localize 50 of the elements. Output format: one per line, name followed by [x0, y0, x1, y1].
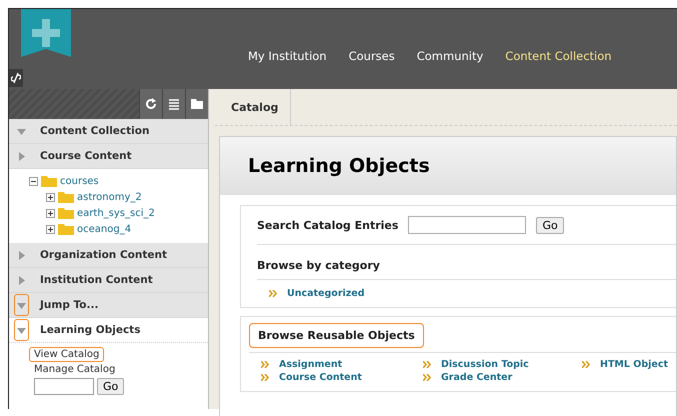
- sidebar-section[interactable]: Course Content: [9, 144, 208, 169]
- expand-icon[interactable]: [46, 208, 55, 218]
- search-field[interactable]: [408, 216, 526, 234]
- folder-link[interactable]: courses: [60, 176, 99, 186]
- expand-icon[interactable]: [46, 224, 55, 234]
- nav-tab[interactable]: My Institution: [237, 49, 338, 63]
- go-button[interactable]: Go: [536, 216, 564, 234]
- folder-link[interactable]: oceanog_4: [77, 224, 132, 234]
- list-icon[interactable]: [162, 89, 185, 119]
- plus-logo-icon[interactable]: [21, 9, 71, 57]
- folder-icon[interactable]: [185, 89, 208, 119]
- link-icon[interactable]: [9, 69, 23, 87]
- nav-tab[interactable]: Courses: [338, 49, 406, 63]
- chevron-icon: [261, 361, 269, 368]
- section-heading: Browse by category: [257, 258, 380, 272]
- section-heading: Browse Reusable Objects: [249, 323, 424, 348]
- page-title: Learning Objects: [248, 155, 430, 177]
- folder-link[interactable]: astronomy_2: [77, 192, 142, 202]
- object-link[interactable]: Assignment: [279, 359, 342, 370]
- go-button[interactable]: Go: [97, 378, 124, 395]
- chevron-icon: [423, 361, 431, 368]
- folder-icon: [58, 191, 74, 203]
- catalog-input[interactable]: [34, 378, 94, 395]
- folder-icon: [58, 223, 74, 235]
- chevron-icon: [269, 290, 277, 297]
- sidebar-link[interactable]: View Catalog: [29, 347, 104, 362]
- chevron-icon: [423, 374, 431, 381]
- sidebar-link[interactable]: Manage Catalog: [29, 362, 120, 377]
- nav-tab[interactable]: Content Collection: [494, 49, 623, 63]
- nav-tab[interactable]: Community: [406, 49, 494, 63]
- object-link[interactable]: Grade Center: [441, 372, 512, 383]
- category-link[interactable]: Uncategorized: [287, 288, 365, 299]
- sidebar-section[interactable]: Content Collection: [9, 119, 208, 144]
- sidebar-section[interactable]: Institution Content: [9, 268, 208, 293]
- chevron-icon: [582, 361, 590, 368]
- refresh-icon[interactable]: [139, 89, 162, 119]
- object-link[interactable]: Course Content: [279, 372, 362, 383]
- breadcrumb-item[interactable]: Catalog: [215, 89, 292, 125]
- folder-icon: [58, 207, 74, 219]
- folder-icon: [41, 175, 57, 187]
- chevron-icon: [261, 374, 269, 381]
- search-label: Search Catalog Entries: [257, 218, 398, 232]
- object-link[interactable]: HTML Object: [600, 359, 668, 370]
- object-link[interactable]: Discussion Topic: [441, 359, 529, 370]
- expand-icon[interactable]: [46, 192, 55, 202]
- folder-link[interactable]: earth_sys_sci_2: [77, 208, 155, 218]
- sidebar-section[interactable]: Organization Content: [9, 243, 208, 268]
- sidebar-section[interactable]: Learning Objects: [9, 318, 208, 343]
- collapse-icon[interactable]: [29, 176, 38, 186]
- sidebar-section[interactable]: Jump To...: [9, 293, 208, 318]
